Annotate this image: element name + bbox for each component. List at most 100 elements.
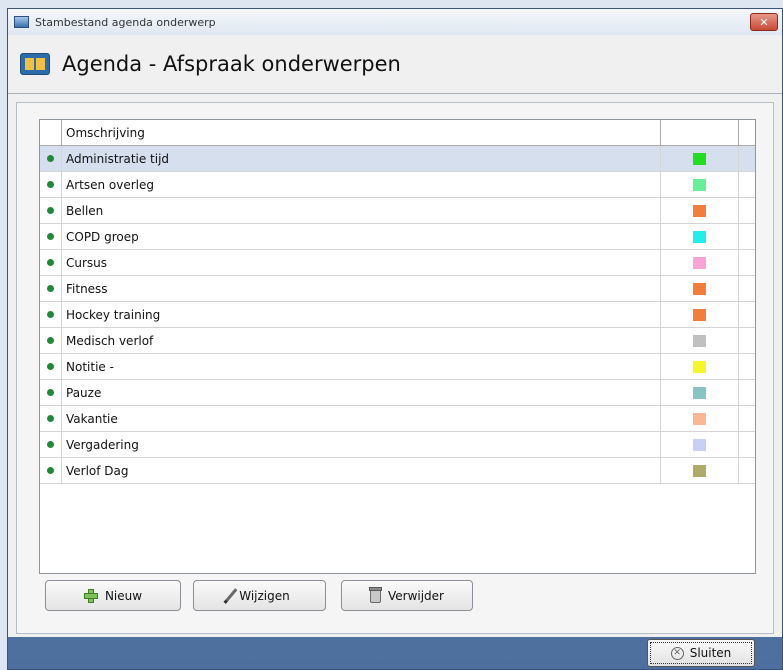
status-dot-icon (47, 363, 54, 370)
table-row[interactable]: Medisch verlof (40, 328, 755, 354)
row-description: Artsen overleg (62, 172, 661, 197)
table-body: Administratie tijd Artsen overleg Bellen CO… (40, 146, 755, 484)
status-dot-icon (47, 415, 54, 422)
close-button[interactable]: ✕ Sluiten (647, 639, 755, 667)
color-swatch (693, 204, 706, 217)
status-dot-icon (47, 467, 54, 474)
table-row[interactable]: Hockey training (40, 302, 755, 328)
edit-button[interactable]: Wijzigen (193, 580, 326, 611)
table-row[interactable]: Vakantie (40, 406, 755, 432)
table-row[interactable]: Verlof Dag (40, 458, 755, 484)
row-description: COPD groep (62, 224, 661, 249)
row-indicator-cell (40, 406, 62, 431)
color-swatch (693, 308, 706, 321)
color-swatch (693, 256, 706, 269)
color-swatch (693, 282, 706, 295)
row-color-cell (661, 172, 739, 197)
row-color-cell (661, 432, 739, 457)
row-indicator-cell (40, 198, 62, 223)
row-description: Medisch verlof (62, 328, 661, 353)
row-color-cell (661, 328, 739, 353)
new-button[interactable]: Nieuw (45, 580, 181, 611)
dialog-client-area: Agenda - Afspraak onderwerpen Omschrijvi… (8, 35, 782, 637)
row-description: Fitness (62, 276, 661, 301)
row-indicator-cell (40, 328, 62, 353)
row-description: Hockey training (62, 302, 661, 327)
plus-icon (83, 588, 98, 603)
row-color-cell (661, 302, 739, 327)
row-description: Vakantie (62, 406, 661, 431)
header-divider (8, 93, 782, 94)
row-indicator-cell (40, 380, 62, 405)
color-swatch (693, 334, 706, 347)
color-swatch (693, 386, 706, 399)
status-dot-icon (47, 233, 54, 240)
status-dot-icon (47, 259, 54, 266)
color-swatch (693, 230, 706, 243)
table-row[interactable]: Notitie - (40, 354, 755, 380)
row-color-cell (661, 276, 739, 301)
color-swatch (693, 412, 706, 425)
page-header: Agenda - Afspraak onderwerpen (8, 35, 782, 93)
row-indicator-cell (40, 354, 62, 379)
dialog-window: Stambestand agenda onderwerp ✕ Agenda - … (7, 8, 783, 670)
row-description: Vergadering (62, 432, 661, 457)
table-row[interactable]: Fitness (40, 276, 755, 302)
agenda-book-icon (20, 53, 50, 75)
status-dot-icon (47, 155, 54, 162)
table-row[interactable]: Administratie tijd (40, 146, 755, 172)
window-close-button[interactable]: ✕ (750, 13, 778, 31)
row-color-cell (661, 250, 739, 275)
row-indicator-cell (40, 146, 62, 171)
table-row[interactable]: Bellen (40, 198, 755, 224)
row-description: Verlof Dag (62, 458, 661, 483)
subjects-table: Omschrijving Administratie tijd Artsen ov… (39, 119, 756, 574)
table-row[interactable]: Vergadering (40, 432, 755, 458)
row-color-cell (661, 224, 739, 249)
status-dot-icon (47, 181, 54, 188)
close-circle-icon: ✕ (670, 646, 684, 660)
status-dot-icon (47, 207, 54, 214)
row-description: Cursus (62, 250, 661, 275)
row-indicator-cell (40, 250, 62, 275)
edit-button-label: Wijzigen (239, 588, 290, 603)
title-bar: Stambestand agenda onderwerp ✕ (8, 9, 782, 35)
column-header-description[interactable]: Omschrijving (62, 120, 661, 145)
row-color-cell (661, 198, 739, 223)
row-indicator-cell (40, 458, 62, 483)
row-description: Bellen (62, 198, 661, 223)
color-swatch (693, 464, 706, 477)
row-color-cell (661, 458, 739, 483)
status-dot-icon (47, 337, 54, 344)
row-color-cell (661, 406, 739, 431)
content-panel: Omschrijving Administratie tijd Artsen ov… (16, 102, 774, 634)
row-indicator-cell (40, 302, 62, 327)
delete-button-label: Verwijder (387, 588, 444, 603)
color-swatch (693, 360, 706, 373)
table-row[interactable]: Pauze (40, 380, 755, 406)
new-button-label: Nieuw (104, 588, 143, 603)
status-dot-icon (47, 441, 54, 448)
window-title: Stambestand agenda onderwerp (35, 15, 216, 29)
status-dot-icon (47, 285, 54, 292)
color-swatch (693, 178, 706, 191)
pencil-icon (223, 587, 238, 604)
window-app-icon (14, 16, 29, 28)
trash-icon (368, 587, 382, 603)
row-color-cell (661, 354, 739, 379)
row-indicator-cell (40, 432, 62, 457)
row-indicator-cell (40, 224, 62, 249)
row-color-cell (661, 146, 739, 171)
delete-button[interactable]: Verwijder (341, 580, 473, 611)
color-swatch (693, 152, 706, 165)
column-header-color[interactable] (661, 120, 739, 145)
page-title: Agenda - Afspraak onderwerpen (62, 52, 401, 76)
status-dot-icon (47, 389, 54, 396)
table-header: Omschrijving (40, 120, 755, 146)
table-row[interactable]: COPD groep (40, 224, 755, 250)
row-description: Pauze (62, 380, 661, 405)
table-row[interactable]: Cursus (40, 250, 755, 276)
table-row[interactable]: Artsen overleg (40, 172, 755, 198)
status-dot-icon (47, 311, 54, 318)
row-description: Notitie - (62, 354, 661, 379)
